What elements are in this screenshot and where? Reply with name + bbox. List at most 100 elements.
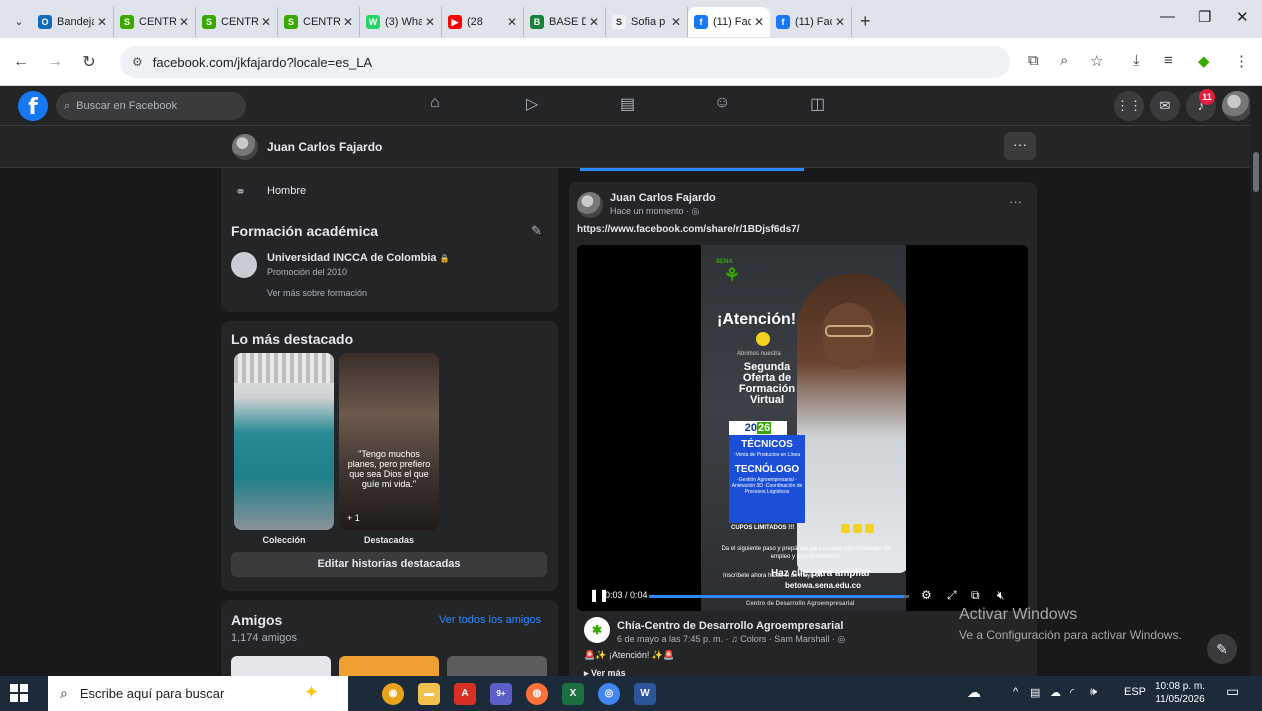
browser-tab[interactable]: B BASE D ✕ <box>524 7 606 37</box>
messenger-icon[interactable]: ✉ <box>1150 91 1180 121</box>
picture-in-picture-icon[interactable]: ⧉ <box>971 588 980 603</box>
post-options-icon[interactable]: ··· <box>1009 194 1022 209</box>
volume-icon[interactable]: 🕪︎ <box>1090 686 1097 699</box>
browser-tab[interactable]: O Bandeja ✕ <box>32 7 114 37</box>
minimize-icon[interactable]: — <box>1160 8 1175 25</box>
close-tab-icon[interactable]: ✕ <box>835 15 845 29</box>
browser-tab[interactable]: S CENTRO✕ <box>278 7 360 37</box>
video-progress-bar[interactable] <box>649 595 909 598</box>
reload-icon[interactable]: ↻ <box>76 52 102 72</box>
browser-tab[interactable]: S CENTRO✕ <box>114 7 196 37</box>
gaming-icon[interactable]: ◫ <box>810 94 825 114</box>
sofiaplus-icon: S <box>612 15 626 29</box>
onedrive-icon[interactable]: ☁ <box>1050 686 1061 699</box>
new-tab-button[interactable]: + <box>860 11 871 32</box>
close-tab-icon[interactable]: ✕ <box>671 15 681 29</box>
close-tab-icon[interactable]: ✕ <box>97 15 107 29</box>
acrobat-icon[interactable]: A <box>454 683 476 705</box>
chrome-icon[interactable]: ◉ <box>382 683 404 705</box>
sofia-icon: S <box>202 15 216 29</box>
cast-icon[interactable]: ⧉ <box>1028 52 1039 69</box>
language-indicator[interactable]: ESP <box>1124 686 1146 698</box>
shared-page-name[interactable]: Chía-Centro de Desarrollo Agroempresaria… <box>617 620 843 632</box>
settings-gear-icon[interactable]: ⚙ <box>921 588 932 602</box>
facebook-top-bar: f ⌕ Buscar en Facebook ⌂ ▷ ▤ ☺ ◫ ⋮⋮ ✉ ♪ … <box>0 86 1252 126</box>
teams-icon[interactable]: 9+ <box>490 683 512 705</box>
browser-tab[interactable]: S CENTRO✕ <box>196 7 278 37</box>
address-bar[interactable]: ⚙ facebook.com/jkfajardo?locale=es_LA <box>120 46 1010 78</box>
flyer-cupos: CUPOS LIMITADOS !!! <box>731 525 795 531</box>
zoom-icon[interactable]: ⌕ <box>1060 52 1068 69</box>
close-tab-icon[interactable]: ✕ <box>179 15 189 29</box>
browser-tab[interactable]: S Sofia p ✕ <box>606 7 688 37</box>
close-tab-icon[interactable]: ✕ <box>754 15 764 29</box>
facebook-search-input[interactable]: ⌕ Buscar en Facebook <box>56 92 246 120</box>
post-time[interactable]: Hace un momento · ◎ <box>610 206 699 217</box>
fullscreen-icon[interactable]: ⤢ <box>947 588 957 603</box>
wifi-icon[interactable]: ◜ <box>1070 686 1074 699</box>
close-window-icon[interactable]: ✕ <box>1236 8 1249 26</box>
restore-icon[interactable]: ❐ <box>1198 8 1211 26</box>
home-icon[interactable]: ⌂ <box>430 94 440 112</box>
post-video[interactable]: SENA ⚘ ¡Atención! Abrimos nuestra Segund… <box>577 245 1028 611</box>
marketplace-icon[interactable]: ▤ <box>620 94 635 114</box>
edit-highlights-button[interactable]: Editar historias destacadas <box>231 552 547 577</box>
profile-name[interactable]: Juan Carlos Fajardo <box>267 140 382 154</box>
back-icon[interactable]: ← <box>8 53 34 71</box>
scrollbar-thumb[interactable] <box>1253 152 1259 192</box>
close-tab-icon[interactable]: ✕ <box>343 15 353 29</box>
facebook-logo-icon[interactable]: f <box>18 91 48 121</box>
page-scrollbar[interactable] <box>1250 86 1262 676</box>
edit-pencil-icon[interactable]: ✎ <box>531 223 542 239</box>
site-info-icon[interactable]: ⚙ <box>132 55 143 69</box>
firefox-icon[interactable]: ◍ <box>526 683 548 705</box>
see-all-friends-link[interactable]: Ver todos los amigos <box>439 614 541 626</box>
profile-avatar[interactable] <box>232 134 258 160</box>
close-tab-icon[interactable]: ✕ <box>425 15 435 29</box>
chrome-profile-icon[interactable]: ◎ <box>598 683 620 705</box>
browser-menu-icon[interactable]: ⋮ <box>1234 52 1249 70</box>
browser-tab[interactable]: ▶ (28 ✕ <box>442 7 524 37</box>
browser-tab[interactable]: f (11) Fac ✕ <box>688 7 770 37</box>
click-to-enlarge-overlay[interactable]: Haz clic para ampliar <box>771 568 871 579</box>
new-message-icon[interactable]: ✎ <box>1207 634 1237 664</box>
file-explorer-icon[interactable]: ▬ <box>418 683 440 705</box>
download-icon[interactable]: ⤓ <box>1133 52 1140 69</box>
system-clock[interactable]: 10:08 p. m. 11/05/2026 <box>1155 680 1205 706</box>
browser-tab[interactable]: W (3) Wha ✕ <box>360 7 442 37</box>
bookmark-star-icon[interactable]: ☆ <box>1090 52 1103 70</box>
highlight-label-featured: Destacadas <box>363 535 415 545</box>
show-hidden-icons[interactable]: ^ <box>1013 686 1018 698</box>
post-author[interactable]: Juan Carlos Fajardo <box>610 192 716 204</box>
close-tab-icon[interactable]: ✕ <box>261 15 271 29</box>
groups-icon[interactable]: ☺ <box>714 94 730 112</box>
word-icon[interactable]: W <box>634 683 656 705</box>
highlight-featured-thumb[interactable]: "Tengo muchos planes, pero prefiero que … <box>339 353 439 530</box>
close-tab-icon[interactable]: ✕ <box>507 15 517 29</box>
shared-page-avatar[interactable]: ✱ <box>584 617 610 643</box>
account-avatar[interactable] <box>1222 91 1252 121</box>
taskbar-search-input[interactable]: ⌕ Escribe aquí para buscar ✦ <box>48 676 348 711</box>
post-author-avatar[interactable] <box>577 192 603 218</box>
weather-icon[interactable]: ☁ <box>967 684 981 701</box>
school-name[interactable]: Universidad INCCA de Colombia 🔒 <box>267 252 450 264</box>
reading-list-icon[interactable]: ≡ <box>1164 52 1173 69</box>
tab-search-icon[interactable]: ⌄ <box>6 8 32 34</box>
mute-icon[interactable]: 🔇︎ <box>997 588 1005 603</box>
extension-icon[interactable]: ◆ <box>1198 52 1210 70</box>
highlight-collection-thumb[interactable] <box>234 353 334 530</box>
video-icon[interactable]: ▷ <box>526 94 538 114</box>
close-tab-icon[interactable]: ✕ <box>589 15 599 29</box>
windows-start-icon[interactable] <box>10 684 28 702</box>
post-link[interactable]: https://www.facebook.com/share/r/1BDjsf6… <box>577 224 799 235</box>
browser-tab[interactable]: f (11) Fac ✕ <box>770 7 852 37</box>
menu-grid-icon[interactable]: ⋮⋮ <box>1114 91 1144 121</box>
see-more-education-link[interactable]: Ver más sobre formación <box>267 288 367 298</box>
profile-more-button[interactable]: ··· <box>1004 132 1036 160</box>
notification-center-icon[interactable]: ▭ <box>1226 683 1239 700</box>
network-icon[interactable]: ▤ <box>1030 686 1040 699</box>
excel-icon[interactable]: X <box>562 683 584 705</box>
tab-label: (11) Fac <box>713 16 751 28</box>
forward-icon[interactable]: → <box>42 53 68 71</box>
active-tab-indicator <box>580 168 804 171</box>
